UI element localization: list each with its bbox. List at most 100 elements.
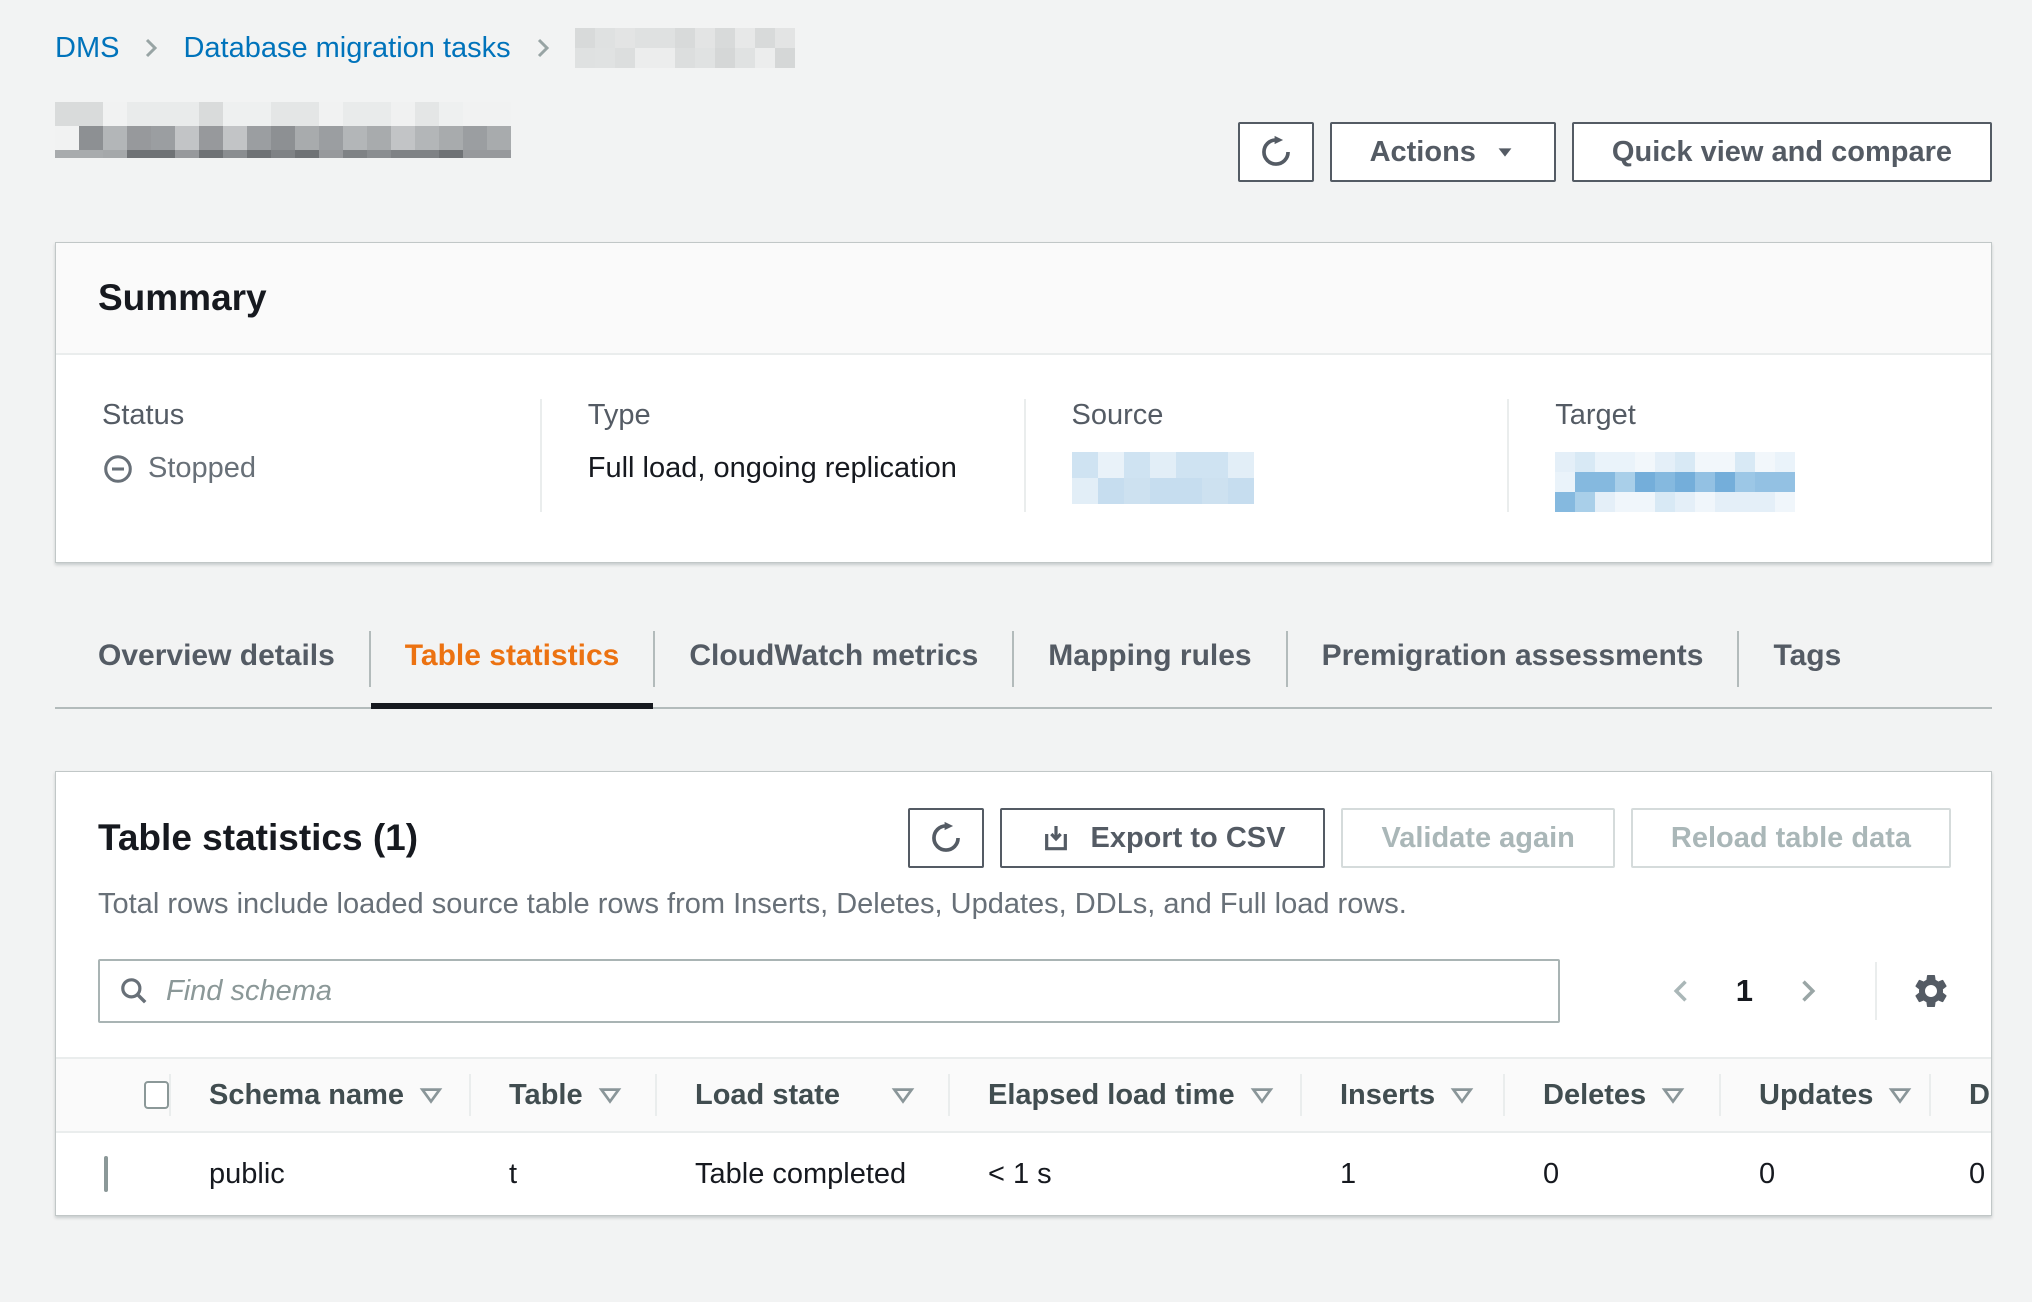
sort-icon[interactable] [597,1082,623,1108]
type-value: Full load, ongoing replication [588,452,978,485]
chevron-right-icon [531,36,555,60]
column-header-load-state[interactable]: Load state [655,1059,948,1131]
column-header-schema-name[interactable]: Schema name [169,1059,469,1131]
next-page-button[interactable] [1779,977,1835,1005]
validate-again-button[interactable]: Validate again [1341,808,1614,868]
row-checkbox[interactable] [104,1156,108,1192]
summary-field-type: Type Full load, ongoing replication [540,399,1024,512]
target-link-redacted[interactable] [1555,452,1805,512]
table-row[interactable]: public t Table completed < 1 s 1 0 0 0 [56,1133,1991,1215]
table-statistics-panel: Table statistics (1) [55,771,1992,1216]
table-header-row: Schema name Table Load state Elapsed loa… [56,1057,1991,1133]
breadcrumb-link-dms[interactable]: DMS [55,32,119,65]
chevron-right-icon [139,36,163,60]
stopped-minus-circle-icon [102,453,134,485]
summary-panel: Summary Status Stopped Type Full load, o… [55,242,1992,563]
previous-page-button[interactable] [1654,977,1710,1005]
gear-icon [1911,971,1951,1011]
pagination-divider [1875,962,1877,1020]
find-schema-input[interactable] [98,959,1560,1023]
column-label: Updates [1759,1079,1873,1112]
status-value: Stopped [102,452,494,485]
source-label: Source [1072,399,1462,432]
column-label: D [1969,1079,1990,1112]
chevron-left-icon [1668,977,1696,1005]
reload-table-data-button[interactable]: Reload table data [1631,808,1951,868]
source-link-redacted[interactable] [1072,452,1262,504]
select-all-checkbox[interactable] [144,1081,169,1109]
table-preferences-button[interactable] [1911,971,1951,1011]
column-header-table[interactable]: Table [469,1059,655,1131]
table-refresh-button[interactable] [908,808,984,868]
export-to-csv-button[interactable]: Export to CSV [1000,808,1325,868]
column-label: Inserts [1340,1079,1435,1112]
sort-icon[interactable] [1249,1082,1275,1108]
tab-cloudwatch-metrics[interactable]: CloudWatch metrics [655,629,1012,707]
cell-schema-name: public [169,1158,469,1191]
refresh-button[interactable] [1238,122,1314,182]
table-statistics-actions: Export to CSV Validate again Reload tabl… [908,808,1951,868]
summary-panel-header: Summary [56,243,1991,355]
page-title-redacted [55,102,525,158]
column-header-elapsed-load-time[interactable]: Elapsed load time [948,1059,1300,1131]
cell-table: t [469,1158,655,1191]
sort-icon[interactable] [1660,1082,1686,1108]
cell-load-state: Table completed [655,1158,948,1191]
table-statistics-header: Table statistics (1) [56,772,1991,868]
page-header-actions: Actions Quick view and compare [1238,122,1992,182]
actions-dropdown-button[interactable]: Actions [1330,122,1556,182]
summary-title: Summary [98,277,1949,319]
page-header: Actions Quick view and compare [55,96,1992,182]
summary-field-status: Status Stopped [56,399,540,512]
summary-field-source: Source [1024,399,1508,512]
breadcrumb-redacted-task-name [575,28,810,68]
tab-premigration-assessments[interactable]: Premigration assessments [1288,629,1738,707]
status-text: Stopped [148,452,256,485]
summary-fields: Status Stopped Type Full load, ongoing r… [56,355,1991,562]
sort-icon[interactable] [1887,1082,1913,1108]
cell-clipped: 0 [1929,1158,1991,1191]
cell-updates: 0 [1719,1158,1929,1191]
column-header-clipped[interactable]: D [1929,1059,1991,1131]
column-label: Load state [695,1079,840,1112]
pagination: 1 [1654,962,1951,1020]
search-icon [118,975,150,1012]
tab-tags[interactable]: Tags [1739,629,1875,707]
tab-overview-details[interactable]: Overview details [98,629,369,707]
column-label: Deletes [1543,1079,1646,1112]
column-label: Elapsed load time [988,1079,1235,1112]
header-select-all [56,1059,169,1131]
tab-mapping-rules[interactable]: Mapping rules [1014,629,1285,707]
caret-down-icon [1494,141,1516,163]
table-statistics-title: Table statistics (1) [98,817,418,859]
sort-icon[interactable] [418,1082,444,1108]
row-select-cell [56,1158,169,1191]
refresh-icon [1259,135,1293,169]
export-to-csv-label: Export to CSV [1090,822,1285,855]
column-header-deletes[interactable]: Deletes [1503,1059,1719,1131]
breadcrumb: DMS Database migration tasks [55,28,1992,68]
type-label: Type [588,399,978,432]
sort-icon[interactable] [1449,1082,1475,1108]
cell-inserts: 1 [1300,1158,1503,1191]
target-label: Target [1555,399,1945,432]
reload-table-data-label: Reload table data [1671,822,1911,855]
status-label: Status [102,399,494,432]
tab-table-statistics[interactable]: Table statistics [371,629,654,707]
column-label: Table [509,1079,583,1112]
refresh-icon [929,821,963,855]
sort-icon[interactable] [890,1082,916,1108]
table-statistics-table: Schema name Table Load state Elapsed loa… [56,1057,1991,1215]
summary-field-target: Target [1507,399,1991,512]
table-filter-row: 1 [56,921,1991,1023]
column-header-inserts[interactable]: Inserts [1300,1059,1503,1131]
cell-elapsed-load-time: < 1 s [948,1158,1300,1191]
breadcrumb-link-tasks[interactable]: Database migration tasks [183,32,510,65]
validate-again-label: Validate again [1381,822,1574,855]
task-detail-tabs: Overview details Table statistics CloudW… [55,629,1992,709]
table-statistics-description: Total rows include loaded source table r… [56,868,1991,921]
column-header-updates[interactable]: Updates [1719,1059,1929,1131]
quick-view-compare-button[interactable]: Quick view and compare [1572,122,1992,182]
column-label: Schema name [209,1079,404,1112]
actions-dropdown-label: Actions [1370,136,1476,169]
